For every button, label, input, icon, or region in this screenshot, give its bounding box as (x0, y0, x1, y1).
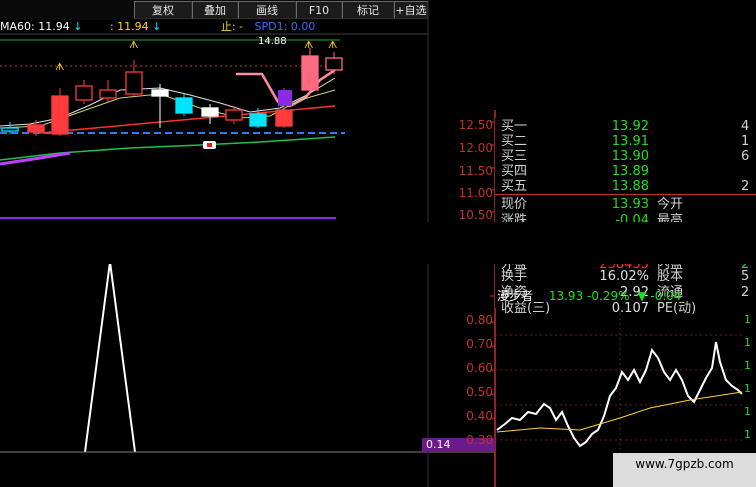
candle-body (125, 71, 143, 95)
svg-text:ᗑ: ᗑ (55, 62, 64, 73)
stock-name[interactable]: 漫步者 (497, 289, 533, 303)
stat-label: 换手 (501, 269, 528, 284)
mini-tick: 1 (744, 382, 751, 395)
stat-label: 现价 (501, 197, 528, 212)
indicator-tick: 0.50 (466, 385, 493, 399)
indicator-peak (84, 261, 136, 453)
stat-label-2: 今开 (657, 197, 684, 212)
candle-body (225, 109, 243, 121)
stat-value-2: 5 (741, 269, 750, 284)
indicator-tick: 0.40 (466, 409, 493, 423)
mini-change: -0.04 (650, 289, 682, 303)
mini-tick: 1 (744, 313, 751, 326)
mini-chart-header: 漫步者 13.93 -0.29% ▼ -0.04 (497, 289, 756, 303)
candle-body (1, 127, 19, 132)
mini-tick: 1 (744, 428, 751, 441)
down-triangle-icon: ▼ (637, 289, 647, 303)
bid-vol: 2 (741, 179, 750, 194)
stat-value: 13.93 (611, 197, 649, 212)
candle-body (249, 113, 267, 127)
mini-tick: 1 (744, 405, 751, 418)
price-tick: 11.50 (458, 164, 493, 178)
candle-body (75, 85, 93, 101)
price-tick: 11.00 (458, 186, 493, 200)
indicator-axis: 0.80 0.70 0.60 0.50 0.40 0.30 (449, 313, 493, 457)
annotation-price: 14.88 (258, 36, 287, 47)
redaction-box (77, 222, 756, 264)
candle-body (301, 55, 319, 91)
mini-right-axis: 1 1 1 1 1 1 (744, 308, 751, 446)
stat-label-2: 股本 (657, 269, 684, 284)
indicator-tick: 0.60 (466, 361, 493, 375)
stat-value: 16.02% (599, 269, 649, 284)
bid-price: 13.88 (611, 179, 649, 194)
indicator-tick: 0.70 (466, 337, 493, 351)
price-tick: 12.50 (458, 118, 493, 132)
candle-body (175, 97, 193, 114)
candle-body (201, 107, 219, 117)
indicator-current-value: 0.14 (426, 438, 451, 451)
indicator-tick: 0.30 (466, 433, 493, 447)
svg-text:ᗑ: ᗑ (304, 40, 313, 51)
indicator-tick: 0.80 (466, 313, 493, 327)
stock-terminal: 复权 叠加 画线 F10 标记 +自选 MA60: 11.94 ↓ : 11.9… (0, 0, 756, 487)
candle-body (325, 57, 343, 71)
candle-body (51, 95, 69, 135)
candle-body (99, 89, 117, 99)
mini-price: 13.93 (548, 289, 584, 303)
stat-row: 换手 16.02% 股本 5 (495, 268, 756, 285)
signal-markers: ᗑ ᗑ ᗑ ᗑ (55, 40, 337, 73)
candlesticks (1, 48, 343, 136)
candle-body (275, 109, 293, 127)
svg-text:ᗑ: ᗑ (129, 40, 138, 51)
svg-text:ᗑ: ᗑ (328, 40, 337, 51)
candle-body (151, 89, 169, 97)
mini-tick: 1 (744, 359, 751, 372)
mini-tick: 1 (744, 336, 751, 349)
bid-label: 买五 (501, 179, 528, 194)
candle-body (27, 124, 45, 133)
bid-row: 买五 13.88 2 (495, 178, 756, 195)
watermark: www.7gpzb.com (613, 453, 756, 487)
quote-panel: 买一 13.92 4 买二 13.91 1 买三 13.90 6 买四 13.8… (495, 118, 756, 316)
stat-row: 现价 13.93 今开 (495, 196, 756, 213)
mini-pct: -0.29% (587, 289, 630, 303)
highlight-candle (278, 90, 292, 106)
price-axis: 12.50 12.00 11.50 11.00 10.50 (449, 114, 493, 226)
price-tick: 12.00 (458, 141, 493, 155)
